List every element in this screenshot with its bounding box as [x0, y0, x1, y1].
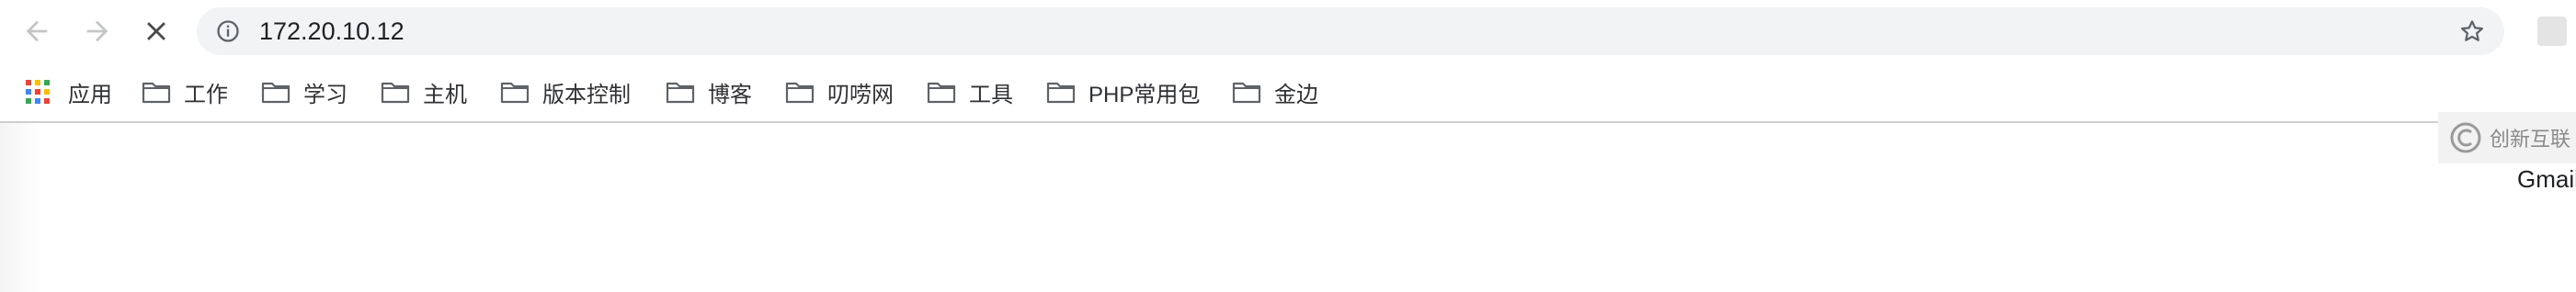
back-button[interactable] [17, 11, 57, 51]
bookmark-folder-php-packages[interactable]: PHP常用包 [1046, 62, 1200, 121]
folder-icon [500, 82, 530, 104]
bookmark-folder-study[interactable]: 学习 [261, 62, 348, 121]
stop-loading-button[interactable] [136, 11, 177, 51]
bookmark-apps[interactable]: 应用 [26, 62, 112, 121]
folder-icon [142, 82, 171, 104]
forward-button[interactable] [77, 11, 118, 51]
bookmark-folder-version-control[interactable]: 版本控制 [500, 62, 631, 121]
bookmarks-bar: 应用 工作 学习 主机 版本控制 博客 叨唠网 工具 PHP常用包 金边 [0, 62, 2576, 123]
bookmark-label: 工具 [969, 82, 1013, 107]
bookmark-label: PHP常用包 [1089, 82, 1201, 107]
bookmark-label: 金边 [1274, 82, 1318, 107]
info-icon[interactable] [215, 18, 241, 44]
folder-icon [927, 82, 956, 104]
bookmark-label: 版本控制 [542, 82, 631, 107]
bookmark-label: 工作 [184, 82, 228, 107]
close-icon [147, 22, 165, 40]
folder-icon [666, 82, 695, 104]
bookmark-label: 应用 [68, 82, 112, 107]
bookmark-label: 主机 [423, 82, 467, 107]
folder-icon [381, 82, 410, 104]
bookmark-folder-daolao[interactable]: 叨唠网 [785, 62, 894, 121]
bookmark-folder-tools[interactable]: 工具 [927, 62, 1013, 121]
bookmark-folder-work[interactable]: 工作 [142, 62, 228, 121]
folder-icon [261, 82, 291, 104]
gmail-link[interactable]: Gmail [2517, 165, 2576, 194]
watermark-logo-icon [2450, 122, 2481, 153]
watermark-text: 创新互联 [2490, 128, 2571, 151]
star-icon[interactable] [2458, 17, 2486, 45]
bookmark-label: 博客 [708, 82, 752, 107]
arrow-right-icon [86, 20, 108, 42]
folder-icon [1046, 82, 1076, 104]
arrow-left-icon [26, 20, 48, 42]
bookmark-folder-jinbian[interactable]: 金边 [1232, 62, 1318, 121]
page-content: Gmail [0, 123, 2576, 292]
url-text[interactable]: 172.20.10.12 [259, 7, 405, 55]
folder-icon [785, 82, 815, 104]
address-bar[interactable]: 172.20.10.12 [197, 7, 2504, 55]
apps-grid-icon [26, 80, 50, 104]
bookmark-label: 叨唠网 [827, 82, 894, 107]
watermark: 创新互联 [2438, 112, 2576, 163]
browser-toolbar: 172.20.10.12 [0, 0, 2576, 62]
bookmark-folder-blog[interactable]: 博客 [666, 62, 752, 121]
bookmark-label: 学习 [303, 82, 348, 107]
folder-icon [1232, 82, 1261, 104]
bookmark-folder-host[interactable]: 主机 [381, 62, 467, 121]
profile-avatar[interactable] [2537, 17, 2567, 46]
